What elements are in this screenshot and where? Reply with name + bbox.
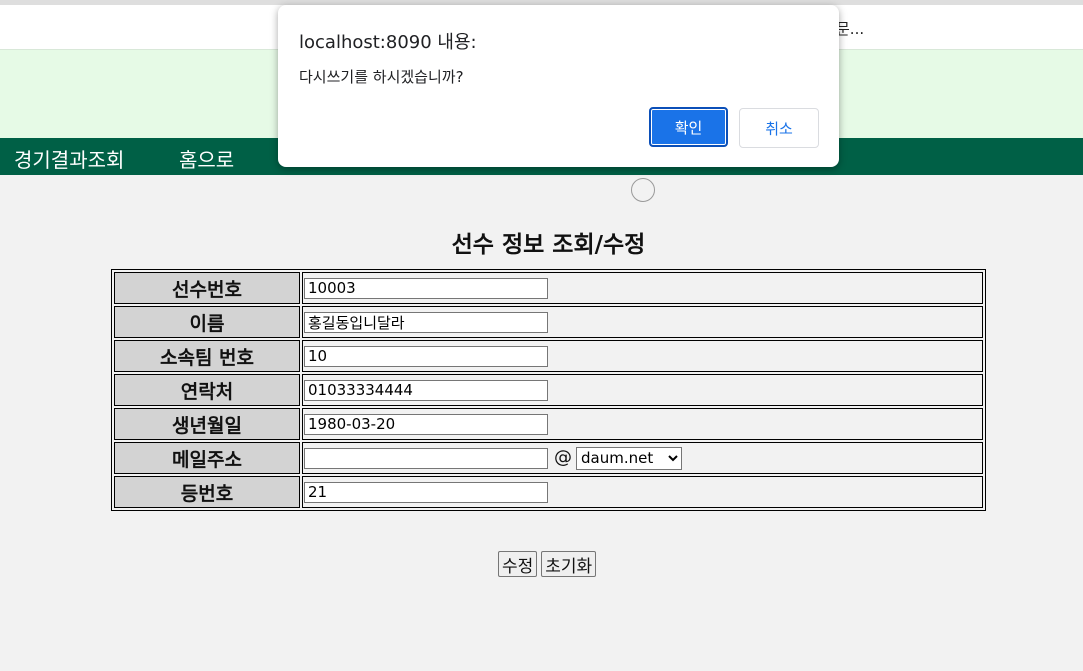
label-name: 이름 xyxy=(114,306,300,338)
confirm-dialog: localhost:8090 내용: 다시쓰기를 하시겠습니까? 확인 취소 xyxy=(278,5,839,167)
label-birthdate: 생년월일 xyxy=(114,408,300,440)
form-row-jersey-number: 등번호 xyxy=(114,476,983,508)
label-player-number: 선수번호 xyxy=(114,272,300,304)
dialog-cancel-button[interactable]: 취소 xyxy=(739,108,819,148)
form-row-birthdate: 생년월일 xyxy=(114,408,983,440)
label-contact: 연락처 xyxy=(114,374,300,406)
reset-button[interactable]: 초기화 xyxy=(541,551,597,577)
contact-input[interactable] xyxy=(304,379,548,401)
nav-item-home[interactable]: 홈으로 xyxy=(179,144,234,173)
dialog-title: localhost:8090 내용: xyxy=(299,32,477,53)
form-row-contact: 연락처 xyxy=(114,374,983,406)
header-text-fragment: 문... xyxy=(836,20,865,38)
page-title: 선수 정보 조회/수정 xyxy=(451,232,646,258)
nav-item-game-results[interactable]: 경기결과조회 xyxy=(14,144,124,173)
form-row-email: 메일주소 @ daum.net xyxy=(114,442,983,474)
label-jersey-number: 등번호 xyxy=(114,476,300,508)
birthdate-input[interactable] xyxy=(304,413,548,435)
email-domain-select[interactable]: daum.net xyxy=(576,446,682,470)
player-info-form: 선수번호 이름 소속팀 번호 연락처 생년월일 메일주소 @daum.net 등… xyxy=(111,269,986,511)
name-input[interactable] xyxy=(304,311,548,333)
email-id-input[interactable] xyxy=(304,447,548,469)
form-row-player-number: 선수번호 xyxy=(114,272,983,304)
jersey-number-input[interactable] xyxy=(304,481,548,503)
team-number-input[interactable] xyxy=(304,345,548,367)
label-team-number: 소속팀 번호 xyxy=(114,340,300,372)
dialog-message: 다시쓰기를 하시겠습니까? xyxy=(299,68,464,86)
at-sign: @ xyxy=(554,447,572,468)
form-row-name: 이름 xyxy=(114,306,983,338)
loading-circle-icon xyxy=(631,178,655,202)
label-email: 메일주소 xyxy=(114,442,300,474)
form-actions: 수정 초기화 xyxy=(498,551,600,577)
dialog-ok-button[interactable]: 확인 xyxy=(649,107,728,147)
submit-button[interactable]: 수정 xyxy=(498,551,538,577)
player-number-input[interactable] xyxy=(304,277,548,299)
form-row-team-number: 소속팀 번호 xyxy=(114,340,983,372)
